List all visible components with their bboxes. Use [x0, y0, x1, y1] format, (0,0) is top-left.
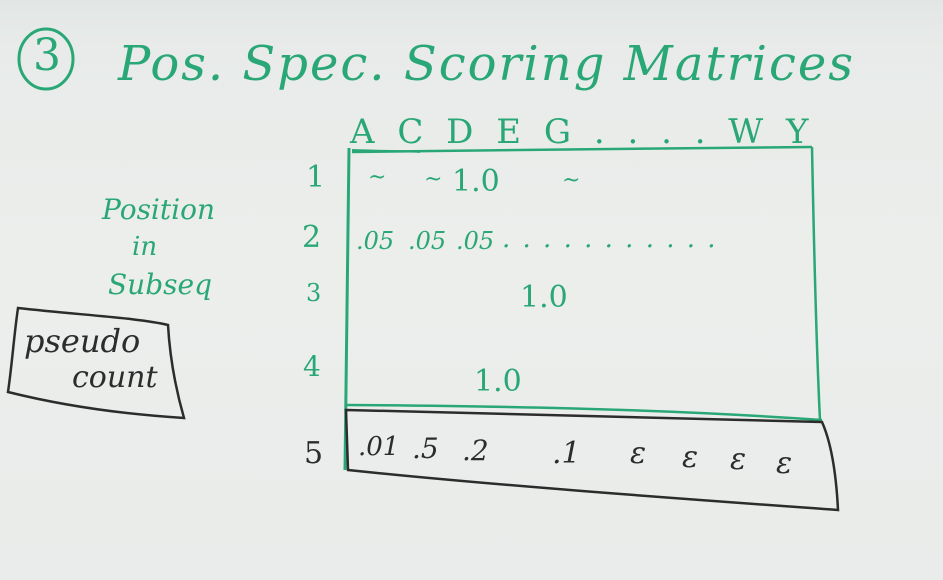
row-index-3: 3	[306, 279, 322, 307]
row-1-cell-3: 1.0	[452, 164, 500, 199]
row-1-cell-1: ~	[368, 165, 387, 190]
row-5-cell-6: ε	[682, 440, 699, 475]
boxed-note-line-1: pseudo	[24, 322, 141, 360]
row-index-5: 5	[304, 436, 324, 471]
row-1-cell-4: ~	[562, 168, 581, 193]
row-index-1: 1	[306, 160, 326, 195]
column-header: A C D E G . . . . W Y	[350, 112, 815, 152]
heading-title: Pos. Spec. Scoring Matrices	[118, 36, 855, 92]
row-2-cell-2: .05	[408, 227, 447, 255]
row-5-cell-7: ε	[730, 442, 747, 477]
row-2-cell-3: .05	[456, 227, 495, 255]
boxed-note-line-2: count	[72, 360, 158, 395]
row-5-cell-8: ε	[776, 446, 793, 481]
matrix-right-border	[810, 146, 822, 421]
row-label-line-2: in	[132, 232, 158, 262]
row-index-4: 4	[303, 350, 321, 383]
row-2-cell-4: . . . . . . . . . . .	[502, 224, 718, 254]
row-2-cell-1: .05	[356, 227, 395, 255]
row-1-cell-2: ~	[424, 167, 443, 192]
row-5-cell-5: ε	[630, 436, 647, 471]
row-label-line-3: Subseq	[108, 268, 213, 301]
row-5-cell-4: .1	[552, 436, 581, 471]
row-5-cell-1: .01	[358, 432, 400, 462]
row-5-cell-2: .5	[412, 432, 439, 465]
heading-number: 3	[33, 30, 61, 81]
whiteboard: 3 Pos. Spec. Scoring Matrices A C D E G …	[0, 0, 943, 580]
row-3-cell-1: 1.0	[520, 280, 568, 315]
row-5-cell-3: .2	[462, 434, 489, 467]
row-index-2: 2	[302, 220, 322, 255]
row-4-cell-1: 1.0	[474, 364, 522, 399]
row-label-line-1: Position	[102, 193, 215, 226]
